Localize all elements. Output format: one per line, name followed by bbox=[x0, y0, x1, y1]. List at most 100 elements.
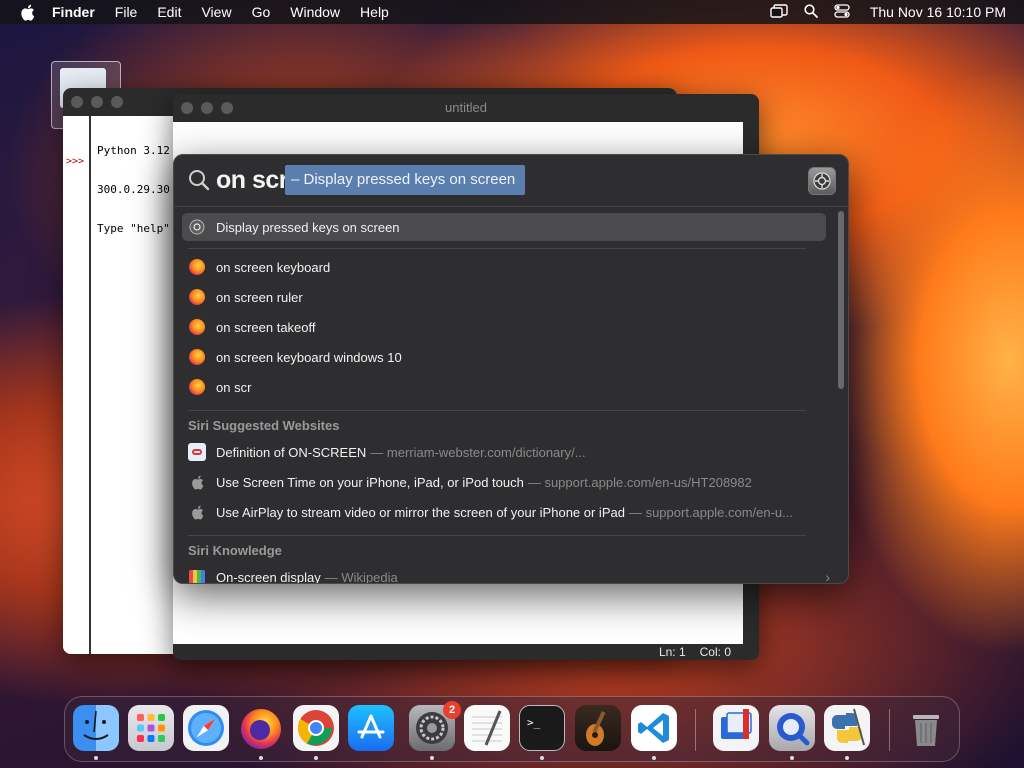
apple-icon bbox=[188, 473, 206, 491]
result-suggestion[interactable]: on screen takeoff bbox=[174, 312, 836, 342]
firefox-icon bbox=[188, 258, 206, 276]
editor-titlebar[interactable]: untitled bbox=[173, 94, 759, 122]
menu-file[interactable]: File bbox=[115, 4, 138, 20]
garageband-icon[interactable] bbox=[575, 705, 621, 751]
shell-output[interactable]: Python 3.12 300.0.29.30 Type "help" bbox=[97, 118, 170, 261]
shell-gutter bbox=[63, 116, 91, 654]
shell-line: Python 3.12 bbox=[97, 144, 170, 157]
launchpad-icon[interactable] bbox=[128, 705, 174, 751]
status-col: Col: 0 bbox=[699, 645, 731, 659]
app-store-icon[interactable] bbox=[348, 705, 394, 751]
merriam-webster-icon bbox=[188, 443, 206, 461]
search-icon bbox=[188, 169, 210, 196]
zoom-button[interactable] bbox=[111, 96, 123, 108]
running-indicator bbox=[652, 756, 656, 760]
zoom-button[interactable] bbox=[221, 102, 233, 114]
result-website[interactable]: Use AirPlay to stream video or mirror th… bbox=[174, 497, 836, 527]
vscode-icon[interactable] bbox=[631, 705, 677, 751]
running-indicator bbox=[314, 756, 318, 760]
running-indicator bbox=[430, 756, 434, 760]
result-label: on screen takeoff bbox=[216, 319, 316, 335]
firefox-icon bbox=[188, 378, 206, 396]
system-settings-icon bbox=[808, 167, 836, 195]
dock-separator bbox=[889, 709, 890, 751]
result-label: On-screen display bbox=[216, 569, 321, 584]
result-suggestion[interactable]: on screen ruler bbox=[174, 282, 836, 312]
result-label: on screen keyboard bbox=[216, 259, 331, 275]
result-suggestion[interactable]: on scr bbox=[174, 372, 836, 402]
menu-window[interactable]: Window bbox=[290, 4, 340, 20]
result-knowledge[interactable]: On-screen display — Wikipedia › bbox=[174, 562, 836, 584]
menu-app-finder[interactable]: Finder bbox=[52, 4, 95, 20]
search-completion: – Display pressed keys on screen bbox=[285, 165, 526, 195]
spotlight-results: Display pressed keys on screen on screen… bbox=[174, 207, 836, 584]
terminal-icon[interactable]: >_ bbox=[519, 705, 565, 751]
result-website[interactable]: Use Screen Time on your iPhone, iPad, or… bbox=[174, 467, 836, 497]
chrome-icon[interactable] bbox=[293, 705, 339, 751]
running-indicator bbox=[845, 756, 849, 760]
menu-bar: Finder File Edit View Go Window Help Thu… bbox=[0, 0, 1024, 24]
result-source: — Wikipedia bbox=[324, 569, 398, 584]
menu-edit[interactable]: Edit bbox=[157, 4, 181, 20]
remote-desktop-icon[interactable] bbox=[713, 705, 759, 751]
minimize-button[interactable] bbox=[201, 102, 213, 114]
python-launcher-icon[interactable] bbox=[824, 705, 870, 751]
close-button[interactable] bbox=[181, 102, 193, 114]
running-indicator bbox=[94, 756, 98, 760]
shell-line: 300.0.29.30 bbox=[97, 183, 170, 196]
result-url: — merriam-webster.com/dictionary/... bbox=[370, 444, 586, 460]
apple-menu-icon[interactable] bbox=[18, 3, 36, 21]
result-suggestion[interactable]: on screen keyboard windows 10 bbox=[174, 342, 836, 372]
control-center-icon[interactable] bbox=[834, 3, 850, 21]
result-top-hit[interactable]: Display pressed keys on screen bbox=[182, 213, 826, 241]
safari-icon[interactable] bbox=[183, 705, 229, 751]
result-label: Use Screen Time on your iPhone, iPad, or… bbox=[216, 474, 524, 490]
shell-prompt: >>> bbox=[66, 156, 85, 167]
result-label: Use AirPlay to stream video or mirror th… bbox=[216, 504, 625, 520]
result-label: Definition of ON-SCREEN bbox=[216, 444, 367, 460]
status-line: Ln: 1 bbox=[658, 645, 686, 659]
svg-text:>_: >_ bbox=[527, 716, 541, 729]
result-label: on screen ruler bbox=[216, 289, 303, 305]
editor-title: untitled bbox=[445, 100, 487, 115]
close-button[interactable] bbox=[71, 96, 83, 108]
dock: 2 >_ bbox=[64, 696, 960, 762]
spotlight-panel: on scr – Display pressed keys on screen … bbox=[173, 154, 849, 584]
section-header-websites: Siri Suggested Websites bbox=[188, 418, 340, 433]
search-query[interactable]: on scr bbox=[216, 166, 289, 195]
menu-help[interactable]: Help bbox=[360, 4, 389, 20]
textedit-icon[interactable] bbox=[464, 705, 510, 751]
result-label: on screen keyboard windows 10 bbox=[216, 349, 402, 365]
finder-icon[interactable] bbox=[73, 705, 119, 751]
menu-go[interactable]: Go bbox=[252, 4, 271, 20]
spotlight-search-icon[interactable] bbox=[804, 3, 818, 21]
result-url: — support.apple.com/en-u... bbox=[628, 504, 793, 520]
result-url: — support.apple.com/en-us/HT208982 bbox=[527, 474, 752, 490]
menubar-clock[interactable]: Thu Nov 16 10:10 PM bbox=[870, 4, 1006, 20]
apple-icon bbox=[188, 503, 206, 521]
notification-badge: 2 bbox=[443, 701, 461, 719]
dock-separator bbox=[695, 709, 696, 751]
firefox-icon bbox=[188, 318, 206, 336]
running-indicator bbox=[540, 756, 544, 760]
system-settings-icon bbox=[188, 218, 206, 236]
stage-manager-icon[interactable] bbox=[770, 3, 788, 21]
wikipedia-icon bbox=[188, 568, 206, 583]
menu-view[interactable]: View bbox=[201, 4, 231, 20]
spotlight-search-field[interactable]: on scr – Display pressed keys on screen bbox=[174, 155, 848, 207]
results-scrollbar[interactable] bbox=[838, 211, 844, 389]
shell-line: Type "help" bbox=[97, 222, 170, 235]
result-website[interactable]: Definition of ON-SCREEN — merriam-webste… bbox=[174, 437, 836, 467]
firefox-icon bbox=[188, 288, 206, 306]
result-label: on scr bbox=[216, 379, 252, 395]
running-indicator bbox=[259, 756, 263, 760]
running-indicator bbox=[790, 756, 794, 760]
trash-icon[interactable] bbox=[903, 705, 949, 751]
minimize-button[interactable] bbox=[91, 96, 103, 108]
firefox-icon bbox=[188, 348, 206, 366]
quicktime-icon[interactable] bbox=[769, 705, 815, 751]
result-suggestion[interactable]: on screen keyboard bbox=[174, 252, 836, 282]
system-settings-icon[interactable]: 2 bbox=[409, 701, 461, 751]
result-label: Display pressed keys on screen bbox=[216, 219, 400, 235]
firefox-icon[interactable] bbox=[238, 705, 284, 751]
